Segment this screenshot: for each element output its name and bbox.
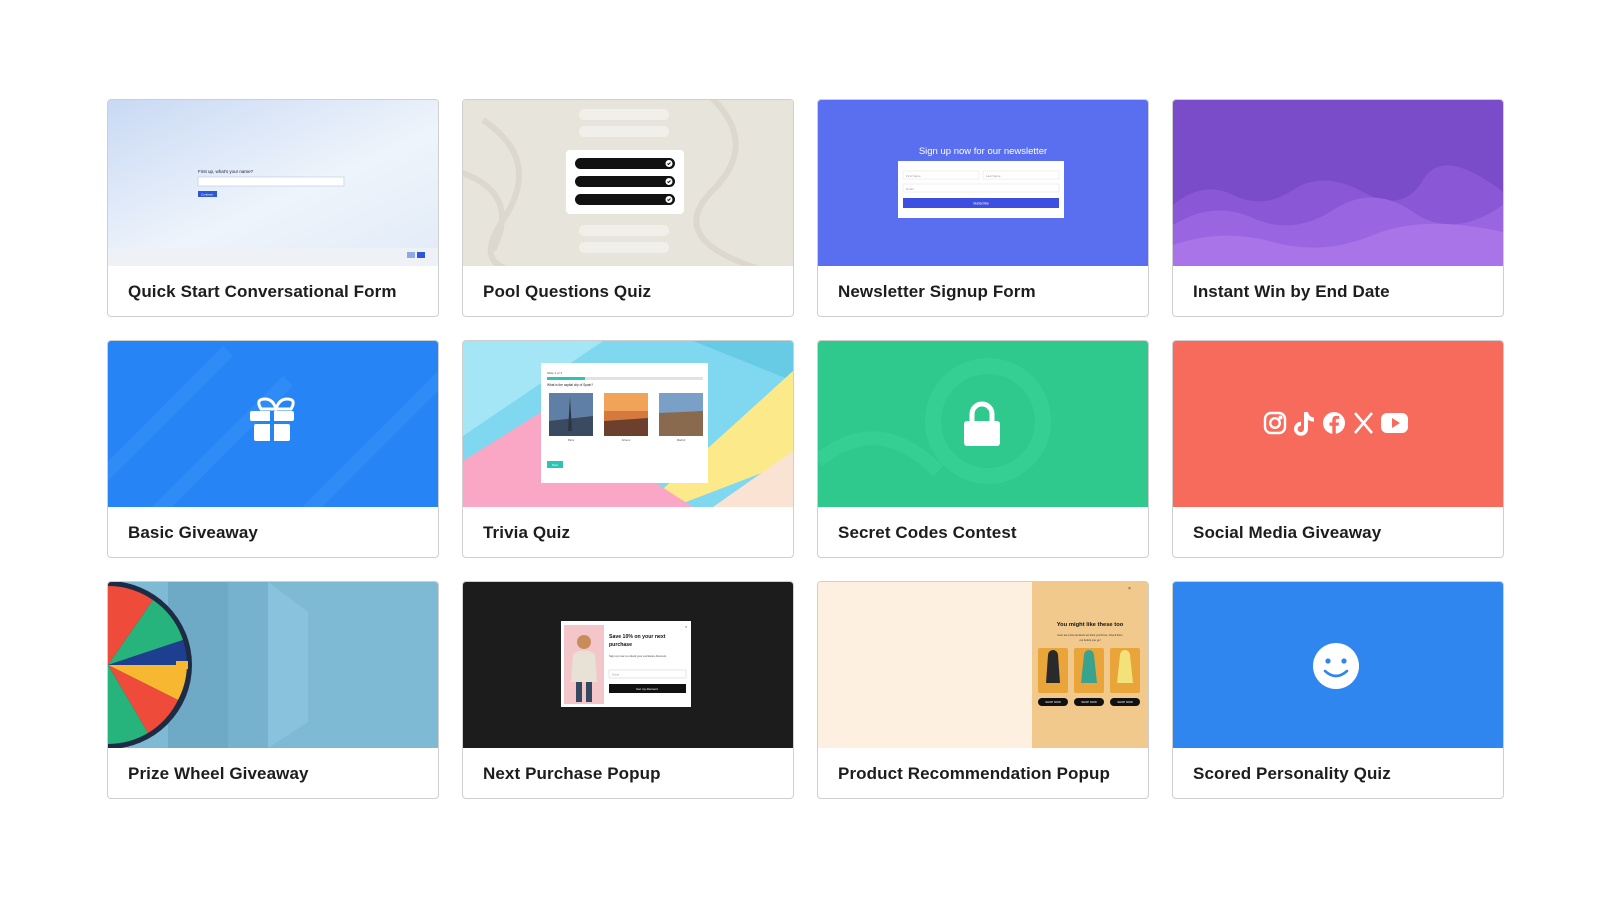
preview-email: Email: [612, 673, 619, 677]
card-title: Social Media Giveaway: [1193, 523, 1382, 542]
template-card-instant-win-by-end-date[interactable]: Instant Win by End Date: [1172, 99, 1504, 317]
card-title: Instant Win by End Date: [1193, 282, 1390, 301]
preview-heading-line: Save 10% on your next: [609, 634, 666, 640]
preview-question: What is the capital city of Spain?: [547, 383, 593, 387]
card-preview: [1173, 341, 1503, 507]
facebook-icon: [1323, 412, 1345, 434]
template-card-pool-questions-quiz[interactable]: Pool Questions Quiz: [462, 99, 794, 317]
template-card-next-purchase-popup[interactable]: Save 10% on your next purchase Sign up n…: [462, 581, 794, 799]
preview-question: First up, what's your name?: [198, 169, 254, 174]
preview-next-button: Next: [552, 463, 558, 467]
card-preview: Save 10% on your next purchase Sign up n…: [463, 582, 793, 748]
card-preview: Slide 1 of 3 What is the capital city of…: [463, 341, 793, 507]
template-card-newsletter-signup-form[interactable]: Sign up now for our newsletter First Nam…: [817, 99, 1149, 317]
preview-shop-button-1: SHOP NOW: [1045, 700, 1061, 704]
template-grid: First up, what's your name? Continue Qui…: [107, 99, 1504, 799]
preview-shop-button-3: SHOP NOW: [1117, 700, 1133, 704]
preview-button: Get my discount: [636, 687, 658, 691]
card-title: Trivia Quiz: [483, 523, 571, 542]
card-title: Prize Wheel Giveaway: [128, 764, 309, 783]
preview-body-line-2: out before you go!: [1080, 638, 1101, 642]
preview-subscribe-button: Subscribe: [973, 202, 989, 206]
preview-heading: Sign up now for our newsletter: [919, 146, 1047, 157]
preview-progress: Slide 1 of 3: [547, 371, 562, 375]
card-title: Quick Start Conversational Form: [128, 282, 397, 301]
card-preview: First up, what's your name? Continue: [108, 100, 438, 266]
card-title: Product Recommendation Popup: [838, 764, 1110, 783]
template-card-prize-wheel-giveaway[interactable]: Prize Wheel Giveaway: [107, 581, 439, 799]
card-preview: × You might like these too Here are a fe…: [818, 582, 1148, 748]
template-card-trivia-quiz[interactable]: Slide 1 of 3 What is the capital city of…: [462, 340, 794, 558]
card-preview: [1173, 582, 1503, 748]
preview-heading: You might like these too: [1057, 622, 1124, 628]
card-title: Scored Personality Quiz: [1193, 764, 1391, 783]
card-title: Next Purchase Popup: [483, 764, 661, 783]
preview-email: Email: [906, 187, 914, 191]
template-card-quick-start-conversational-form[interactable]: First up, what's your name? Continue Qui…: [107, 99, 439, 317]
preview-continue-button: Continue: [201, 193, 213, 197]
card-preview: [463, 100, 793, 266]
card-preview: [818, 341, 1148, 507]
template-card-social-media-giveaway[interactable]: Social Media Giveaway: [1172, 340, 1504, 558]
card-title: Pool Questions Quiz: [483, 282, 652, 301]
card-preview: Sign up now for our newsletter First Nam…: [818, 100, 1148, 266]
card-preview: [1173, 100, 1503, 266]
youtube-icon: [1381, 413, 1408, 433]
template-card-secret-codes-contest[interactable]: Secret Codes Contest: [817, 340, 1149, 558]
preview-first-name: First Name: [906, 174, 921, 178]
preview-body-line: Here are a few products we think you'll …: [1057, 633, 1122, 637]
template-card-basic-giveaway[interactable]: Basic Giveaway: [107, 340, 439, 558]
preview-option-3: Madrid: [677, 438, 686, 442]
close-icon: ×: [1128, 586, 1131, 592]
preview-heading-line-2: purchase: [609, 642, 632, 648]
preview-shop-button-2: SHOP NOW: [1081, 700, 1097, 704]
preview-option-2: Athens: [622, 438, 631, 442]
card-preview: [108, 582, 438, 748]
template-card-scored-personality-quiz[interactable]: Scored Personality Quiz: [1172, 581, 1504, 799]
smiley-icon: [1313, 643, 1359, 689]
card-preview: [108, 341, 438, 507]
card-title: Basic Giveaway: [128, 523, 258, 542]
card-title: Secret Codes Contest: [838, 523, 1017, 542]
preview-last-name: Last Name: [986, 174, 1001, 178]
card-title: Newsletter Signup Form: [838, 282, 1036, 301]
template-card-product-recommendation-popup[interactable]: × You might like these too Here are a fe…: [817, 581, 1149, 799]
preview-option-1: Paris: [568, 438, 575, 442]
preview-body: Sign up now to unlock your exclusive dis…: [609, 654, 667, 658]
